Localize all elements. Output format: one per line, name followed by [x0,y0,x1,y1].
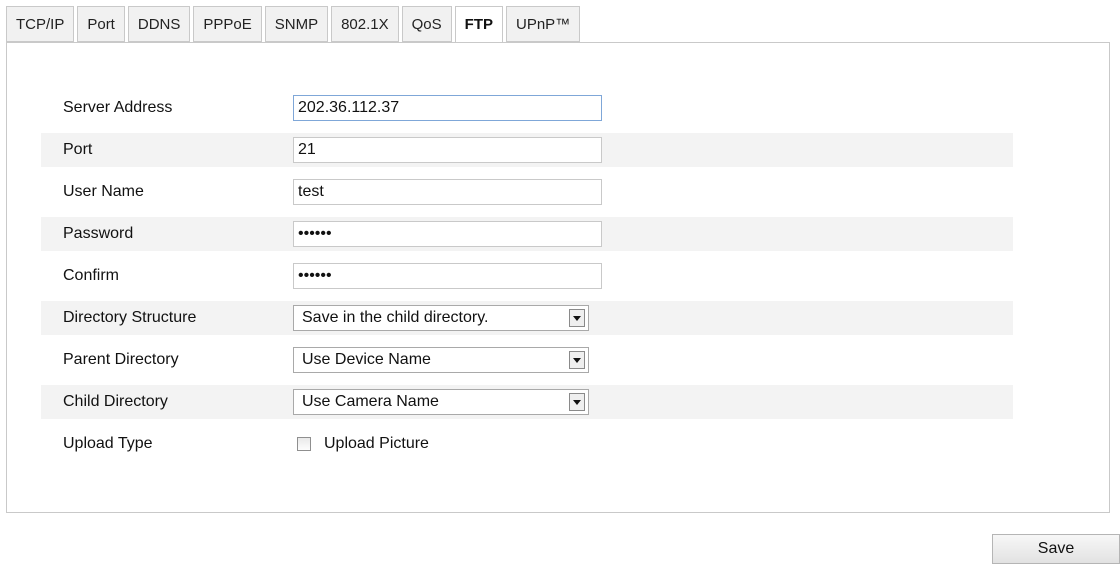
child-directory-select[interactable]: Use Camera Name [293,389,589,415]
upload-type-label: Upload Type [63,435,153,452]
ftp-settings-panel: Server Address Port User Name Password C… [6,42,1110,513]
child-directory-row: Child Directory Use Camera Name [41,385,1013,419]
child-directory-value: Use Camera Name [302,393,439,410]
parent-directory-value: Use Device Name [302,351,431,368]
server-address-row: Server Address [41,91,1013,125]
parent-directory-row: Parent Directory Use Device Name [41,343,1013,377]
confirm-label: Confirm [63,267,120,284]
tab-qos[interactable]: QoS [401,6,452,42]
tab-ftp[interactable]: FTP [454,6,503,43]
tab-port[interactable]: Port [77,6,125,42]
chevron-down-icon[interactable] [569,393,585,411]
tab-upnp[interactable]: UPnP™ [506,6,581,42]
user-name-row: User Name [41,175,1013,209]
chevron-down-icon[interactable] [569,351,585,369]
child-directory-label: Child Directory [63,393,168,410]
chevron-down-icon[interactable] [569,309,585,327]
port-row: Port [41,133,1013,167]
parent-directory-label: Parent Directory [63,351,179,368]
upload-picture-label[interactable]: Upload Picture [324,435,429,453]
directory-structure-label: Directory Structure [63,309,197,326]
confirm-row: Confirm [41,259,1013,293]
tab-802-1x[interactable]: 802.1X [331,6,399,42]
directory-structure-row: Directory Structure Save in the child di… [41,301,1013,335]
port-input[interactable] [293,137,602,163]
tab-ddns[interactable]: DDNS [127,6,191,42]
password-label: Password [63,225,134,242]
directory-structure-value: Save in the child directory. [302,309,489,326]
upload-picture-option[interactable]: Upload Picture [293,435,429,453]
server-address-input[interactable] [293,95,602,121]
tab-snmp[interactable]: SNMP [264,6,329,42]
tab-tcp-ip[interactable]: TCP/IP [6,6,75,42]
tab-bar: TCP/IP Port DDNS PPPoE SNMP 802.1X QoS F… [6,6,583,43]
user-name-input[interactable] [293,179,602,205]
password-row: Password [41,217,1013,251]
password-input[interactable] [293,221,602,247]
upload-type-row: Upload Type Upload Picture [41,427,1013,461]
tab-pppoe[interactable]: PPPoE [193,6,262,42]
upload-picture-checkbox[interactable] [297,437,311,451]
server-address-label: Server Address [63,99,173,116]
confirm-password-input[interactable] [293,263,602,289]
user-name-label: User Name [63,183,144,200]
directory-structure-select[interactable]: Save in the child directory. [293,305,589,331]
parent-directory-select[interactable]: Use Device Name [293,347,589,373]
port-label: Port [63,141,93,158]
